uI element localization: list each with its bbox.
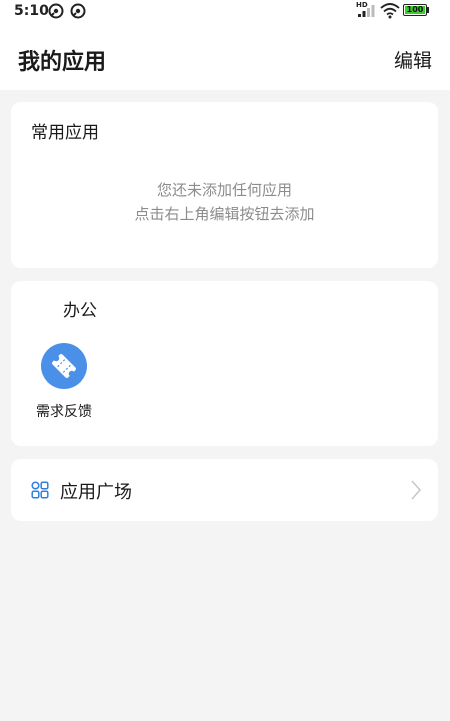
chevron-right-icon: [411, 480, 422, 500]
status-bar: 5:10 HD 100: [0, 0, 450, 24]
frequent-apps-card: 常用应用 您还未添加任何应用 点击右上角编辑按钮去添加: [11, 102, 438, 268]
app-tile-feedback[interactable]: 需求反馈: [31, 341, 97, 423]
office-title: 办公: [63, 301, 97, 321]
battery-icon: 100: [403, 4, 427, 16]
edit-button[interactable]: 编辑: [394, 46, 432, 73]
ticket-icon: [41, 343, 87, 389]
signal-icon: [358, 5, 375, 17]
page-title: 我的应用: [18, 50, 107, 75]
app-market-row[interactable]: 应用广场: [11, 459, 438, 521]
wifi-icon: [380, 3, 400, 19]
empty-hint-line2: 点击右上角编辑按钮去添加: [134, 205, 315, 223]
empty-hint-line1: 您还未添加任何应用: [156, 181, 292, 199]
battery-cap: [427, 7, 429, 13]
header: 我的应用 编辑: [0, 24, 450, 90]
app-label: 需求反馈: [36, 404, 92, 420]
grid-icon: [31, 481, 49, 499]
app-market-label: 应用广场: [60, 482, 132, 503]
battery-level: 100: [405, 5, 425, 14]
frequent-apps-title: 常用应用: [31, 123, 99, 143]
notification-icon: [70, 3, 86, 19]
status-time: 5:10: [14, 3, 49, 19]
notification-icon: [48, 3, 64, 19]
office-card: 办公 需求反馈: [11, 281, 438, 446]
